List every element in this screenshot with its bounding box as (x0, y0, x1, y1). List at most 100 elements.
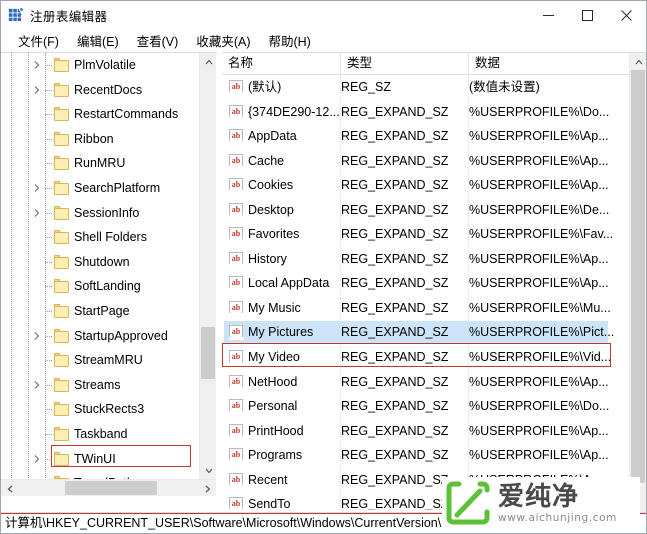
tree-item-twinui[interactable]: TWinUI (1, 447, 199, 472)
value-type: REG_EXPAND_SZ (341, 497, 449, 510)
tree-horizontal-scrollbar[interactable] (1, 479, 216, 496)
tree-scroll-thumb[interactable] (201, 327, 215, 379)
chevron-right-icon[interactable] (32, 183, 42, 193)
chevron-right-icon[interactable] (32, 60, 42, 70)
watermark: 爱纯净 www.aichunjing.com (442, 477, 640, 529)
table-row[interactable]: ab PrintHood REG_EXPAND_SZ %USERPROFILE%\Ap… (222, 419, 629, 444)
tree-item-label: StartupApproved (74, 328, 168, 343)
chevron-right-icon[interactable] (32, 208, 42, 218)
tree-item-label: Taskband (74, 426, 128, 441)
tree-item-plmvolatile[interactable]: PlmVolatile (1, 53, 199, 78)
registry-tree[interactable]: PlmVolatile RecentDocs RestartCommands Ribb… (1, 53, 199, 496)
value-name: Desktop (248, 202, 294, 217)
tree-item-stuckrects3[interactable]: StuckRects3 (1, 397, 199, 422)
maximize-button[interactable] (568, 1, 607, 29)
value-type: REG_EXPAND_SZ (341, 374, 449, 389)
menu-item-file[interactable]: 文件(F) (9, 30, 68, 51)
value-data: %USERPROFILE%\Ap... (469, 276, 609, 291)
folder-icon (54, 279, 69, 294)
string-value-icon: ab (229, 104, 244, 120)
menu-item-edit[interactable]: 编辑(E) (68, 30, 128, 51)
value-name: AppData (248, 129, 297, 144)
tree-item-taskband[interactable]: Taskband (1, 422, 199, 447)
values-scroll-thumb[interactable] (631, 70, 645, 483)
string-value-icon: ab (229, 227, 244, 243)
menu-item-help[interactable]: 帮助(H) (259, 30, 319, 51)
folder-icon (54, 328, 69, 343)
value-name: Recent (248, 472, 288, 487)
table-row[interactable]: ab (默认) REG_SZ (数值未设置) (222, 75, 629, 100)
value-name: NetHood (248, 374, 298, 389)
tree-item-shell-folders[interactable]: Shell Folders (1, 225, 199, 250)
table-row[interactable]: ab Cache REG_EXPAND_SZ %USERPROFILE%\Ap... (222, 149, 629, 174)
tree-item-recentdocs[interactable]: RecentDocs (1, 78, 199, 103)
window-controls (529, 1, 646, 29)
close-button[interactable] (607, 1, 646, 29)
value-data: %USERPROFILE%\Mu... (469, 300, 611, 315)
tree-item-shutdown[interactable]: Shutdown (1, 250, 199, 275)
column-header-type[interactable]: 类型 (341, 53, 469, 74)
table-row[interactable]: ab Cookies REG_EXPAND_SZ %USERPROFILE%\Ap..… (222, 173, 629, 198)
chevron-right-icon[interactable] (32, 331, 42, 341)
folder-icon (54, 82, 69, 97)
chevron-right-icon[interactable] (32, 85, 42, 95)
table-row[interactable]: ab Favorites REG_EXPAND_SZ %USERPROFILE%\Fa… (222, 222, 629, 247)
folder-icon (54, 205, 69, 220)
table-row[interactable]: ab My Pictures REG_EXPAND_SZ %USERPROFILE%\… (222, 320, 629, 345)
table-row[interactable]: ab {374DE290-12... REG_EXPAND_SZ %USERPROFI… (222, 100, 629, 125)
tree-scroll-left-icon[interactable] (1, 480, 18, 497)
folder-icon (54, 230, 69, 245)
column-header-data[interactable]: 数据 (469, 53, 629, 74)
column-header-name[interactable]: 名称 (222, 53, 341, 74)
tree-item-label: StuckRects3 (74, 402, 145, 417)
tree-scroll-right-icon[interactable] (199, 480, 216, 497)
tree-item-label: SessionInfo (74, 205, 140, 220)
value-name: Cookies (248, 178, 294, 193)
table-row[interactable]: ab Personal REG_EXPAND_SZ %USERPROFILE%\Do.… (222, 394, 629, 419)
tree-vertical-scrollbar[interactable] (199, 53, 216, 479)
tree-item-restartcommands[interactable]: RestartCommands (1, 102, 199, 127)
string-value-icon: ab (229, 276, 244, 292)
tree-item-startupapproved[interactable]: StartupApproved (1, 324, 199, 349)
chevron-right-icon[interactable] (32, 454, 42, 464)
string-value-icon: ab (229, 497, 244, 510)
tree-item-searchplatform[interactable]: SearchPlatform (1, 176, 199, 201)
values-vertical-scrollbar[interactable] (629, 53, 646, 513)
table-row[interactable]: ab NetHood REG_EXPAND_SZ %USERPROFILE%\Ap..… (222, 370, 629, 395)
tree-item-softlanding[interactable]: SoftLanding (1, 274, 199, 299)
tree-scroll-down-icon[interactable] (200, 462, 217, 479)
value-type: REG_EXPAND_SZ (341, 104, 449, 119)
table-row[interactable]: ab Desktop REG_EXPAND_SZ %USERPROFILE%\De..… (222, 198, 629, 223)
table-row[interactable]: ab History REG_EXPAND_SZ %USERPROFILE%\Ap..… (222, 247, 629, 272)
watermark-brand: 爱纯净 (498, 481, 580, 512)
chevron-right-icon[interactable] (32, 380, 42, 390)
value-name: Favorites (248, 227, 300, 242)
value-data: %USERPROFILE%\Fav... (469, 227, 614, 242)
tree-hscroll-thumb[interactable] (65, 481, 157, 495)
tree-item-sessioninfo[interactable]: SessionInfo (1, 201, 199, 226)
tree-item-label: TWinUI (74, 451, 116, 466)
menu-item-favorites[interactable]: 收藏夹(A) (187, 30, 259, 51)
tree-item-ribbon[interactable]: Ribbon (1, 127, 199, 152)
tree-item-label: Shutdown (74, 254, 130, 269)
tree-item-startpage[interactable]: StartPage (1, 299, 199, 324)
registry-values-list[interactable]: ab (默认) REG_SZ (数值未设置) ab {374DE290-12... REG_… (222, 75, 629, 510)
table-row[interactable]: ab Programs REG_EXPAND_SZ %USERPROFILE%\Ap.… (222, 443, 629, 468)
table-row[interactable]: ab My Video REG_EXPAND_SZ %USERPROFILE%\Vid… (222, 345, 629, 370)
table-row[interactable]: ab AppData REG_EXPAND_SZ %USERPROFILE%\Ap..… (222, 124, 629, 149)
value-name: Personal (248, 399, 298, 414)
string-value-icon: ab (229, 251, 244, 267)
tree-item-streammru[interactable]: StreamMRU (1, 348, 199, 373)
value-data: %USERPROFILE%\Ap... (469, 129, 609, 144)
value-data: %USERPROFILE%\De... (469, 202, 610, 217)
tree-item-label: Streams (74, 377, 121, 392)
values-scroll-up-icon[interactable] (630, 53, 646, 70)
table-row[interactable]: ab Local AppData REG_EXPAND_SZ %USERPROFILE… (222, 271, 629, 296)
minimize-button[interactable] (529, 1, 568, 29)
folder-icon (54, 426, 69, 441)
menu-item-view[interactable]: 查看(V) (128, 30, 188, 51)
table-row[interactable]: ab My Music REG_EXPAND_SZ %USERPROFILE%\Mu.… (222, 296, 629, 321)
tree-item-streams[interactable]: Streams (1, 373, 199, 398)
tree-item-runmru[interactable]: RunMRU (1, 151, 199, 176)
tree-scroll-up-icon[interactable] (200, 53, 217, 70)
